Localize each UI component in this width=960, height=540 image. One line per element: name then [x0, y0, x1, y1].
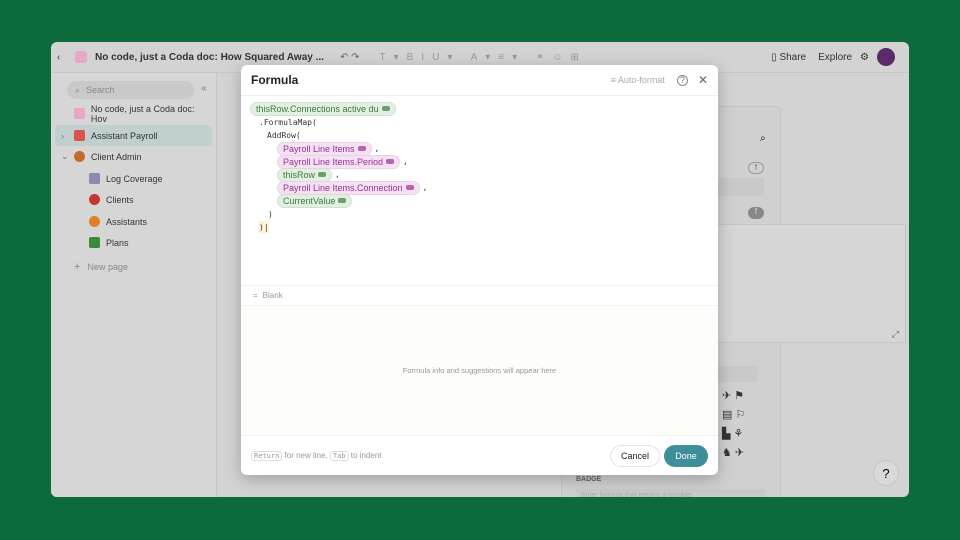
label: Assistants	[106, 216, 148, 227]
dialog-footer: Return for new line, Tab to indent Cance…	[241, 435, 718, 475]
search-input[interactable]: ⌕ Search	[67, 81, 194, 99]
chip-label: thisRow	[283, 169, 316, 180]
formula-editor[interactable]: thisRow.Connections active du .FormulaMa…	[241, 97, 718, 285]
key-hint: Return	[251, 450, 283, 461]
share-label: Share	[779, 51, 807, 63]
result-type: Blank	[262, 291, 283, 300]
back-icon[interactable]: ‹	[57, 52, 71, 63]
chip-label: thisRow.Connections active du	[256, 103, 379, 114]
plus-icon: +	[74, 260, 81, 273]
chip-label: Payroll Line Items	[283, 143, 355, 154]
value-icon	[338, 198, 347, 203]
gear-icon[interactable]: ⚙	[860, 52, 869, 63]
label: Plans	[106, 237, 129, 248]
chip-label: CurrentValue	[283, 195, 336, 206]
formula-chip[interactable]: thisRow.Connections active du	[250, 101, 396, 116]
sidebar-item-client-admin[interactable]: ⌄ Client Admin	[55, 146, 212, 167]
label: Assistant Payroll	[91, 130, 158, 141]
label: No code, just a Coda doc: Hov	[90, 103, 195, 124]
format-toolbar[interactable]: T▾BIU▾ A▾≡▾ ⚭☺⊞	[380, 52, 587, 63]
sidebar-item-assistant-payroll[interactable]: › Assistant Payroll	[55, 125, 212, 146]
comma: ,	[374, 144, 380, 153]
label: Log Coverage	[106, 173, 163, 184]
search-icon: ⌕	[75, 84, 81, 95]
label: New page	[87, 261, 128, 272]
sidebar-item-assistants[interactable]: Assistants	[55, 211, 212, 232]
badge-formula-input[interactable]: Enter formula that returns a number	[576, 489, 766, 497]
calendar-icon	[74, 130, 85, 141]
equals-icon: =	[253, 291, 258, 300]
done-button[interactable]: Done	[664, 444, 708, 467]
suggestions-area: Formula info and suggestions will appear…	[241, 306, 718, 435]
row-icon	[318, 172, 327, 177]
auto-format-button[interactable]: ≡ Auto-format	[611, 75, 665, 85]
undo-icon[interactable]: ↶ ↷	[340, 52, 360, 63]
sidebar-item-plans[interactable]: Plans	[55, 232, 212, 253]
sidebar-item-log-coverage[interactable]: Log Coverage	[55, 168, 212, 189]
formula-chip[interactable]: Payroll Line Items	[277, 141, 372, 156]
formula-chip[interactable]: Payroll Line Items.Connection	[277, 180, 420, 195]
comma: ,	[403, 157, 408, 166]
sidebar-item-home[interactable]: No code, just a Coda doc: Hov	[55, 103, 212, 124]
auto-format-label: Auto-format	[617, 75, 665, 85]
formula-chip[interactable]: Payroll Line Items.Period	[277, 154, 401, 169]
column-icon	[386, 159, 395, 164]
sidebar: ⌕ Search « No code, just a Coda doc: Hov …	[51, 73, 217, 497]
badge-label: BADGE	[576, 476, 602, 483]
help-icon[interactable]: ?	[676, 74, 688, 86]
doc-title[interactable]: No code, just a Coda doc: How Squared Aw…	[95, 52, 330, 63]
chip-label: Payroll Line Items.Connection	[283, 182, 403, 193]
column-icon	[405, 185, 414, 190]
collapse-sidebar-icon[interactable]: «	[201, 83, 207, 94]
result-type-row: = Blank	[241, 285, 718, 306]
avatar[interactable]	[877, 48, 895, 66]
dialog-title: Formula	[251, 73, 299, 87]
comma: ,	[422, 183, 428, 192]
piggy-icon	[74, 108, 85, 119]
code-line: AddRow(	[267, 131, 301, 140]
comment-icon[interactable]: ⌕	[760, 133, 766, 144]
person-icon	[89, 216, 100, 227]
search-placeholder: Search	[86, 85, 115, 95]
explore-button[interactable]: Explore	[818, 52, 852, 63]
formula-icon[interactable]: f	[748, 207, 764, 219]
hint-text: to indent	[350, 451, 382, 460]
formula-chip[interactable]: thisRow	[277, 167, 333, 182]
share-button[interactable]: ▯ Share	[771, 52, 806, 63]
formula-dialog: Formula ≡ Auto-format ? ✕ thisRow.Connec…	[241, 65, 718, 475]
icon-grid[interactable]: ✈ ⚑ ▤ ⚐ ▙ ⚘ ♞ ✈	[722, 387, 762, 463]
dollar-icon	[89, 237, 100, 248]
code-line: .FormulaMap(	[259, 118, 317, 127]
sidebar-item-clients[interactable]: Clients	[55, 189, 212, 210]
code-line: )|	[259, 221, 269, 234]
help-button[interactable]: ?	[873, 460, 899, 486]
key-hint: Tab	[329, 450, 349, 461]
doc-icon	[75, 51, 87, 63]
cancel-button[interactable]: Cancel	[610, 444, 660, 467]
chip-label: Payroll Line Items.Period	[283, 156, 384, 167]
close-icon[interactable]: ✕	[698, 73, 708, 87]
dialog-header: Formula ≡ Auto-format ? ✕	[241, 65, 718, 96]
person-icon	[74, 151, 85, 162]
code-line: )	[268, 210, 273, 219]
person-icon	[89, 194, 100, 205]
label: Client Admin	[91, 151, 142, 162]
table-icon	[357, 146, 366, 151]
formula-chip[interactable]: CurrentValue	[277, 193, 353, 208]
column-icon	[381, 106, 390, 111]
hint-text: for new line,	[284, 451, 328, 460]
expand-icon[interactable]: ⤢	[892, 329, 899, 340]
formula-icon[interactable]: f	[748, 162, 764, 174]
calendar-add-icon	[89, 173, 100, 184]
new-page-button[interactable]: + New page	[55, 256, 212, 277]
label: Clients	[106, 194, 134, 205]
comma: ,	[335, 170, 340, 179]
